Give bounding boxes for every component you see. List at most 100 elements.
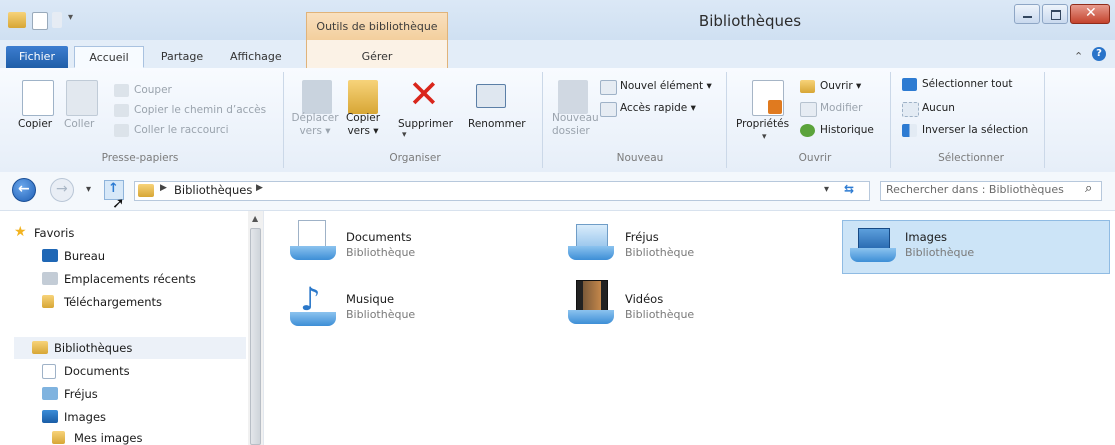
refresh-icon[interactable]: ⇆ <box>844 182 854 196</box>
deplacer-vers-button[interactable]: Déplacer vers ▾ <box>290 112 340 138</box>
qat-dropdown-icon[interactable]: ▾ <box>68 12 73 23</box>
properties-check-icon <box>768 100 782 114</box>
inverser-selection-button[interactable]: Inverser la sélection <box>922 124 1028 136</box>
help-icon[interactable]: ? <box>1092 47 1106 61</box>
nav-frejus[interactable]: Fréjus <box>64 387 98 401</box>
renommer-button[interactable]: Renommer <box>468 118 526 130</box>
library-type: Bibliothèque <box>346 308 416 321</box>
window-title: Bibliothèques <box>698 12 802 30</box>
group-divider <box>890 72 891 168</box>
library-item[interactable] <box>850 222 896 266</box>
maximize-button[interactable] <box>1042 4 1068 24</box>
library-name[interactable]: Documents <box>346 230 412 244</box>
breadcrumb-arrow-icon[interactable]: ▶ <box>160 183 167 193</box>
library-type: Bibliothèque <box>625 308 695 321</box>
recent-locations-dropdown-icon[interactable]: ▾ <box>86 184 91 195</box>
music-library-icon: ♪ <box>300 280 321 318</box>
ouvrir-button[interactable]: Ouvrir ▾ <box>820 80 861 92</box>
nav-telechargements[interactable]: Téléchargements <box>64 295 162 309</box>
library-name[interactable]: Fréjus <box>625 230 659 244</box>
history-icon <box>800 124 815 137</box>
proprietes-dropdown-icon[interactable]: ▾ <box>762 132 767 142</box>
library-item[interactable] <box>290 218 336 262</box>
copier-button[interactable]: Copier <box>18 118 52 130</box>
nav-documents[interactable]: Documents <box>64 364 130 378</box>
move-to-icon <box>302 80 332 114</box>
nav-scroll-thumb[interactable] <box>250 228 261 445</box>
library-name[interactable]: Vidéos <box>625 292 663 306</box>
supprimer-button[interactable]: Supprimer <box>398 118 453 130</box>
group-label-selectionner: Sélectionner <box>938 152 1004 164</box>
coller-raccourci-button[interactable]: Coller le raccourci <box>134 124 229 136</box>
nouveau-dossier-label-2: dossier <box>552 125 590 137</box>
nav-favoris[interactable]: Favoris <box>34 226 74 240</box>
selectionner-tout-button[interactable]: Sélectionner tout <box>922 78 1012 90</box>
coller-button[interactable]: Coller <box>64 118 94 130</box>
library-item[interactable] <box>568 218 614 262</box>
minimize-button[interactable] <box>1014 4 1040 24</box>
back-button[interactable]: ← <box>12 178 36 202</box>
address-dropdown-icon[interactable]: ▾ <box>824 184 829 195</box>
nav-emplacements-recents[interactable]: Emplacements récents <box>64 272 196 286</box>
copy-path-icon <box>114 104 129 117</box>
couper-button[interactable]: Couper <box>134 84 172 96</box>
tab-accueil[interactable]: Accueil <box>74 46 144 68</box>
desktop-icon <box>42 249 58 262</box>
breadcrumb-arrow-icon[interactable]: ▶ <box>256 183 263 193</box>
acces-rapide-button[interactable]: Accès rapide ▾ <box>620 102 696 114</box>
folder-icon[interactable] <box>8 12 26 28</box>
quick-access-icon <box>600 102 617 117</box>
copy-to-icon <box>348 80 378 114</box>
open-icon <box>800 80 815 93</box>
library-tray-icon <box>290 246 336 260</box>
forward-button[interactable]: → <box>50 178 74 202</box>
close-button[interactable]: ✕ <box>1070 4 1110 24</box>
new-folder-qat-icon[interactable] <box>52 12 62 28</box>
context-tab-header: Outils de bibliothèque <box>306 12 448 40</box>
scroll-up-icon[interactable]: ▲ <box>252 214 258 223</box>
library-type: Bibliothèque <box>905 246 975 259</box>
ouvrir-label: Ouvrir <box>820 80 853 92</box>
minimize-ribbon-icon[interactable]: ⌃ <box>1074 50 1083 63</box>
tab-fichier[interactable]: Fichier <box>6 46 68 68</box>
library-type: Bibliothèque <box>346 246 416 259</box>
maximize-icon <box>1051 10 1061 20</box>
navigation-pane <box>0 211 264 445</box>
nouvel-element-button[interactable]: Nouvel élément ▾ <box>620 80 712 92</box>
breadcrumb-bibliotheques[interactable]: Bibliothèques <box>174 183 252 197</box>
library-item[interactable] <box>568 280 614 324</box>
copier-chemin-button[interactable]: Copier le chemin d’accès <box>134 104 266 116</box>
group-divider <box>1044 72 1045 168</box>
library-name[interactable]: Images <box>905 230 947 244</box>
tab-affichage[interactable]: Affichage <box>222 46 288 68</box>
search-placeholder: Rechercher dans : Bibliothèques <box>886 183 1064 196</box>
group-label-nouveau: Nouveau <box>616 152 664 164</box>
nav-bibliotheques[interactable]: Bibliothèques <box>54 341 132 355</box>
library-item[interactable]: ♪ <box>290 282 336 326</box>
paste-shortcut-icon <box>114 124 129 137</box>
nouveau-dossier-button[interactable]: Nouveau dossier <box>552 112 599 138</box>
tab-gerer[interactable]: Gérer <box>306 46 448 68</box>
acces-rapide-label: Accès rapide <box>620 102 688 114</box>
nav-mes-images[interactable]: Mes images <box>74 431 142 445</box>
library-tray-icon <box>850 248 896 262</box>
copier-vers-button[interactable]: Copier vers ▾ <box>340 112 386 138</box>
tab-partage[interactable]: Partage <box>152 46 212 68</box>
historique-button[interactable]: Historique <box>820 124 874 136</box>
properties-qat-icon[interactable] <box>32 12 48 30</box>
images-icon <box>42 410 58 423</box>
library-name[interactable]: Musique <box>346 292 394 306</box>
supprimer-dropdown-icon[interactable]: ▾ <box>402 130 407 140</box>
libraries-icon <box>32 341 48 354</box>
aucun-button[interactable]: Aucun <box>922 102 955 114</box>
search-icon[interactable]: ⌕ <box>1085 181 1092 196</box>
nav-bureau[interactable]: Bureau <box>64 249 105 263</box>
library-type: Bibliothèque <box>625 246 695 259</box>
nav-images[interactable]: Images <box>64 410 106 424</box>
videos-library-icon <box>576 280 608 314</box>
modifier-button[interactable]: Modifier <box>820 102 862 114</box>
downloads-icon <box>42 295 54 308</box>
proprietes-button[interactable]: Propriétés <box>736 118 789 130</box>
documents-icon <box>42 364 56 379</box>
select-all-icon <box>902 78 917 91</box>
